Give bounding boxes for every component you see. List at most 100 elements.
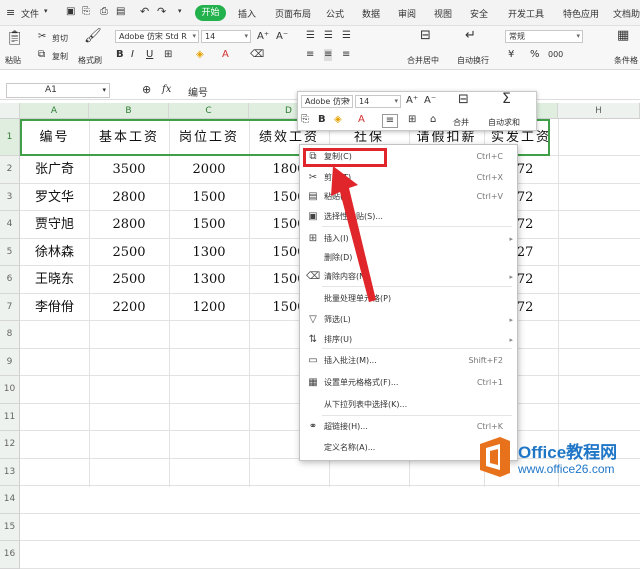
- context-menu-item[interactable]: ⊞ 插入(I) ▸: [300, 229, 517, 249]
- number-format-select[interactable]: 常规 ▾: [505, 30, 583, 43]
- percent-button[interactable]: %: [530, 49, 540, 61]
- tab-review[interactable]: 审阅: [398, 7, 416, 20]
- wrap-text-icon[interactable]: ↵: [465, 29, 476, 42]
- context-menu-item[interactable]: 批量处理单元格(P): [300, 289, 517, 309]
- context-menu-item[interactable]: ▤ 粘贴(P) Ctrl+V: [300, 187, 517, 207]
- context-menu-item[interactable]: ▣ 选择性粘贴(S)...: [300, 207, 517, 227]
- formula-input[interactable]: 编号: [188, 84, 208, 99]
- font-name-select[interactable]: Adobe 仿宋 Std R ▾: [115, 30, 199, 43]
- conditional-format-button[interactable]: 条件格: [614, 55, 638, 66]
- font-size-select[interactable]: 14 ▾: [355, 95, 401, 108]
- align-middle-icon[interactable]: ☰: [324, 30, 333, 42]
- context-menu-item[interactable]: ⌫ 清除内容(N) ▸: [300, 267, 517, 287]
- tab-developer[interactable]: 开发工具: [508, 7, 544, 20]
- table-cell[interactable]: 2500: [89, 239, 169, 267]
- merge-icon[interactable]: ⊟: [458, 93, 469, 106]
- merge-center-icon[interactable]: ⊟: [420, 29, 431, 42]
- font-size-select[interactable]: 14 ▾: [201, 30, 251, 43]
- save-icon[interactable]: ▣: [66, 6, 75, 17]
- table-cell[interactable]: 罗文华: [20, 184, 89, 212]
- chevron-down-icon[interactable]: ▾: [44, 7, 48, 15]
- corner-select-all[interactable]: [0, 103, 20, 119]
- row-header[interactable]: 15: [0, 513, 20, 541]
- conditional-format-icon[interactable]: ▦: [617, 29, 629, 42]
- row-header[interactable]: 1: [0, 119, 20, 156]
- align-center-icon[interactable]: ≡: [382, 114, 398, 128]
- context-menu-item[interactable]: ✂ 剪切(T) Ctrl+X: [300, 168, 517, 188]
- italic-icon[interactable]: I: [131, 49, 134, 61]
- print-icon[interactable]: ⎙: [100, 6, 108, 17]
- align-bottom-icon[interactable]: ☰: [342, 30, 351, 42]
- context-menu-item[interactable]: ▽ 筛选(L) ▸: [300, 310, 517, 330]
- font-color-icon[interactable]: A: [222, 49, 229, 61]
- row-header[interactable]: 11: [0, 403, 20, 431]
- decimal-icon[interactable]: 000: [548, 49, 563, 61]
- grow-font-icon[interactable]: A⁺: [257, 31, 269, 43]
- tab-insert[interactable]: 插入: [238, 7, 256, 20]
- row-header[interactable]: 6: [0, 266, 20, 294]
- table-cell[interactable]: 1500: [169, 184, 249, 212]
- context-menu-item[interactable]: 删除(D): [300, 248, 517, 268]
- bold-icon[interactable]: B: [116, 49, 124, 61]
- row-header[interactable]: 7: [0, 293, 20, 321]
- row-header[interactable]: 14: [0, 486, 20, 514]
- undo-icon[interactable]: ↶: [140, 5, 149, 18]
- cut-button[interactable]: 剪切: [52, 33, 68, 44]
- table-cell[interactable]: 徐林森: [20, 239, 89, 267]
- table-cell[interactable]: 王晓东: [20, 266, 89, 294]
- format-painter-icon[interactable]: 🖌︎: [84, 29, 102, 43]
- currency-icon[interactable]: ¥: [508, 49, 514, 61]
- export-icon[interactable]: ⎘: [82, 6, 90, 17]
- autosum-button[interactable]: 自动求和: [488, 117, 520, 128]
- fill-color-icon[interactable]: ◈: [334, 114, 342, 126]
- merge-center-button[interactable]: 合并居中: [407, 55, 439, 66]
- scissors-icon[interactable]: ✂: [38, 31, 46, 43]
- column-header[interactable]: H: [558, 103, 640, 119]
- eraser-icon[interactable]: ⌫: [250, 49, 264, 61]
- sum-icon[interactable]: Σ: [502, 92, 511, 106]
- format-painter-button[interactable]: 格式刷: [78, 55, 102, 66]
- column-header[interactable]: B: [89, 103, 169, 119]
- row-header[interactable]: 2: [0, 156, 20, 184]
- copy-icon[interactable]: ⧉: [38, 49, 45, 61]
- table-cell[interactable]: 贾守旭: [20, 211, 89, 239]
- tab-security[interactable]: 安全: [470, 7, 488, 20]
- border-icon[interactable]: ⊞: [408, 114, 416, 126]
- context-menu-item[interactable]: 从下拉列表中选择(K)...: [300, 395, 517, 415]
- format-painter-icon[interactable]: ⎘: [301, 114, 309, 126]
- table-cell[interactable]: 张广奇: [20, 156, 89, 184]
- column-header[interactable]: C: [169, 103, 249, 119]
- context-menu-item[interactable]: ▦ 设置单元格格式(F)... Ctrl+1: [300, 373, 517, 393]
- fx-button[interactable]: fx: [162, 84, 171, 95]
- table-cell[interactable]: 2500: [89, 266, 169, 294]
- context-menu-item[interactable]: ▭ 插入批注(M)... Shift+F2: [300, 351, 517, 371]
- table-cell[interactable]: 2200: [89, 294, 169, 322]
- table-cell[interactable]: 1300: [169, 266, 249, 294]
- align-center-icon[interactable]: ≡: [324, 49, 333, 61]
- paste-icon[interactable]: 📋︎: [6, 31, 24, 45]
- hamburger-icon[interactable]: ≡: [6, 6, 15, 19]
- row-header[interactable]: 9: [0, 348, 20, 376]
- row-header[interactable]: 10: [0, 376, 20, 404]
- font-color-icon[interactable]: A: [358, 114, 365, 126]
- grow-font-icon[interactable]: A⁺: [406, 95, 418, 107]
- table-cell[interactable]: 2800: [89, 211, 169, 239]
- row-header[interactable]: 13: [0, 458, 20, 486]
- row-header[interactable]: 4: [0, 211, 20, 239]
- table-cell[interactable]: 李佾佾: [20, 294, 89, 322]
- underline-icon[interactable]: U: [146, 49, 153, 61]
- tab-doc-assistant[interactable]: 文档助: [613, 7, 640, 20]
- preview-icon[interactable]: ▤: [116, 6, 125, 17]
- border-icon[interactable]: ⊞: [164, 49, 172, 61]
- shrink-font-icon[interactable]: A⁻: [276, 31, 288, 43]
- context-menu-item[interactable]: ⇅ 排序(U) ▸: [300, 330, 517, 350]
- tab-formulas[interactable]: 公式: [326, 7, 344, 20]
- tab-view[interactable]: 视图: [434, 7, 452, 20]
- merge-button[interactable]: 合并: [453, 117, 469, 128]
- table-cell[interactable]: 3500: [89, 156, 169, 184]
- lock-icon[interactable]: ⌂: [430, 114, 436, 126]
- table-cell[interactable]: 1200: [169, 294, 249, 322]
- table-cell[interactable]: 1500: [169, 211, 249, 239]
- zoom-icon[interactable]: ⊕: [142, 83, 151, 96]
- bold-icon[interactable]: B: [318, 114, 326, 126]
